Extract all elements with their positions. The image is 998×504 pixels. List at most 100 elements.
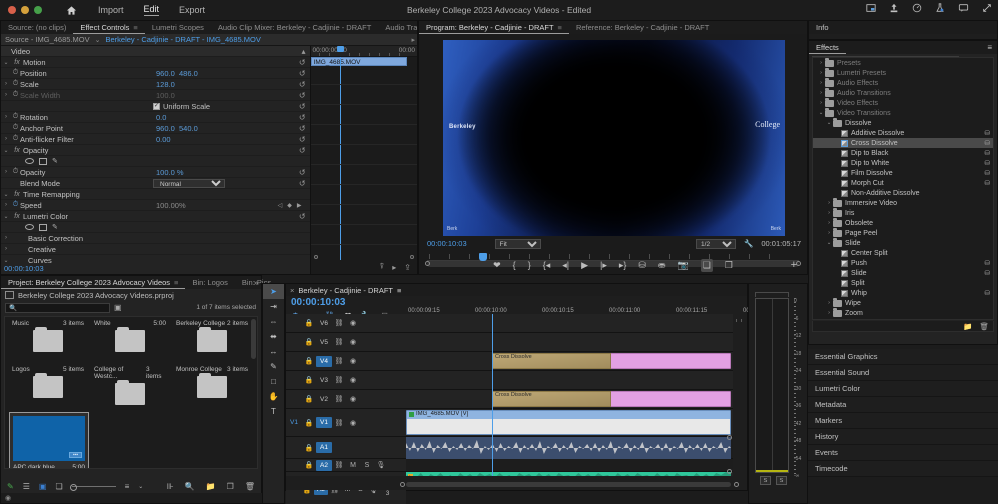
transition-cross-dissolve-v4[interactable]: Cross Dissolve bbox=[492, 353, 611, 369]
sync-lock-icon[interactable]: ⛓ bbox=[332, 461, 346, 469]
panel-tab-markers[interactable]: Markers bbox=[808, 413, 998, 429]
zoom-level-select[interactable]: Fit bbox=[494, 238, 541, 249]
sync-icon[interactable]: ◉ bbox=[5, 494, 11, 502]
maximize-window-button[interactable] bbox=[34, 6, 42, 14]
anchor-y-value[interactable]: 540.0 bbox=[179, 124, 198, 133]
lock-icon[interactable]: 🔒 bbox=[302, 338, 316, 346]
panel-tab-events[interactable]: Events bbox=[808, 445, 998, 461]
twirl-icon[interactable]: › bbox=[1, 169, 11, 175]
effects-footer[interactable]: 📁 🗑 bbox=[812, 321, 994, 332]
pen-tool[interactable]: ✎ bbox=[263, 359, 284, 374]
ec-row-position[interactable]: ⏱ Position 960.0 486.0 ↺ bbox=[1, 68, 310, 79]
ec-zoom-left-handle[interactable] bbox=[313, 255, 318, 259]
ec-timecode[interactable]: 00:00:10:03 bbox=[1, 263, 310, 274]
effects-item-dip-to-white[interactable]: Dip to White ⛁ bbox=[813, 158, 993, 168]
chevron-down-icon[interactable]: ⌄ bbox=[95, 36, 101, 44]
clip-img-4685-video[interactable]: IMG_4685.MOV [V] bbox=[406, 410, 731, 435]
tab-bin-logos[interactable]: Bin: Logos bbox=[185, 276, 234, 289]
track-select-forward-tool[interactable]: ⇥ bbox=[263, 299, 284, 314]
stopwatch-icon[interactable]: ⏱ bbox=[11, 201, 20, 209]
track-name[interactable]: V6 bbox=[316, 318, 332, 329]
ec-expand-arrow-icon[interactable]: ▸ bbox=[411, 36, 415, 44]
twirl-icon[interactable]: › bbox=[1, 136, 11, 142]
twirl-icon[interactable]: › bbox=[1, 235, 11, 241]
reset-icon[interactable]: ↺ bbox=[299, 80, 306, 89]
add-keyframe-icon[interactable]: ◆ bbox=[287, 202, 292, 209]
twirl-icon[interactable]: › bbox=[1, 81, 11, 87]
reset-icon[interactable]: ↺ bbox=[299, 168, 306, 177]
lane-v4[interactable]: Berkeley College, '23 Cross Dissolve bbox=[406, 352, 733, 371]
rectangle-mask-icon[interactable] bbox=[39, 223, 47, 231]
effects-item-presets[interactable]: › Presets bbox=[813, 58, 993, 68]
tab-project[interactable]: Project: Berkeley College 2023 Advocacy … bbox=[1, 276, 186, 289]
freeform-view-icon[interactable]: ❏ bbox=[55, 482, 62, 491]
twirl-icon[interactable]: ⌄ bbox=[1, 59, 11, 66]
panel-menu-icon[interactable]: ≡ bbox=[397, 286, 401, 295]
ellipse-mask-icon[interactable] bbox=[25, 224, 34, 230]
twirl-icon[interactable]: › bbox=[817, 90, 825, 96]
clip-thumbnail[interactable]: ▪▪▪ bbox=[13, 416, 85, 461]
effects-item-zoom[interactable]: › Zoom bbox=[813, 307, 993, 318]
ec-row-rotation[interactable]: › ⏱ Rotation 0.0 ↺ bbox=[1, 112, 310, 123]
project-bin-area[interactable]: Music 3 items White 5:00 Berkeley College 2 i… bbox=[4, 316, 258, 469]
effects-item-slide[interactable]: ⌄ Slide bbox=[813, 237, 993, 248]
lock-icon[interactable]: 🔒 bbox=[302, 461, 316, 469]
twirl-icon[interactable]: › bbox=[1, 202, 11, 208]
transition-cross-dissolve-v2[interactable]: Cross Dissolve bbox=[492, 391, 611, 407]
project-search-row[interactable]: 🔍 ▣ 1 of 7 items selected bbox=[1, 301, 261, 314]
ec-row-uniform-scale[interactable]: ✓ Uniform Scale ↺ bbox=[1, 101, 310, 112]
panel-tab-lumetri-color[interactable]: Lumetri Color bbox=[808, 381, 998, 397]
settings-wrench-icon[interactable]: 🔧 bbox=[744, 239, 753, 248]
home-icon[interactable] bbox=[64, 3, 78, 17]
bin-item[interactable]: College of Westc... 3 items bbox=[91, 366, 169, 405]
menu-import[interactable]: Import bbox=[98, 5, 124, 15]
lock-icon[interactable]: 🔒 bbox=[302, 376, 316, 384]
ec-row-opacity-group[interactable]: ⌄ fx Opacity ↺ bbox=[1, 145, 310, 156]
effects-item-split[interactable]: Split bbox=[813, 278, 993, 288]
effects-item-push[interactable]: Push ⛁ bbox=[813, 258, 993, 268]
effects-item-cross-dissolve[interactable]: Cross Dissolve ⛁ bbox=[813, 138, 993, 148]
effects-item-audio-transitions[interactable]: › Audio Transitions bbox=[813, 87, 993, 98]
reset-icon[interactable]: ↺ bbox=[299, 69, 306, 78]
new-bin-icon[interactable]: 📁 bbox=[206, 482, 216, 491]
tab-reference-monitor[interactable]: Reference: Berkeley - Cadjinie - DRAFT bbox=[569, 21, 716, 34]
twirl-icon[interactable]: ⌄ bbox=[1, 191, 11, 198]
ec-row-scale-width[interactable]: › ⏱ Scale Width 100.0 ↺ bbox=[1, 90, 310, 101]
project-footer-toolbar[interactable]: ✎ ☰ ▣ ❏ ≡ ⌄ ⊪ 🔍 📁 ❐ 🗑 bbox=[1, 479, 261, 493]
effects-item-video-effects[interactable]: › Video Effects bbox=[813, 97, 993, 108]
panel-tab-history[interactable]: History bbox=[808, 429, 998, 445]
stopwatch-icon[interactable]: ⏱ bbox=[11, 80, 20, 88]
tab-source[interactable]: Source: (no clips) bbox=[1, 21, 73, 34]
lane-a2[interactable] bbox=[406, 459, 733, 472]
uniform-scale-checkbox[interactable]: ✓ bbox=[153, 102, 160, 110]
anti-flicker-value[interactable]: 0.00 bbox=[156, 135, 171, 144]
effects-item-wipe[interactable]: › Wipe bbox=[813, 297, 993, 308]
ec-row-blend-mode[interactable]: Blend Mode Normal ↺ bbox=[1, 178, 310, 189]
stopwatch-icon[interactable]: ⏱ bbox=[11, 69, 20, 77]
tab-lumetri-scopes[interactable]: Lumetri Scopes bbox=[145, 21, 211, 34]
ec-playhead[interactable] bbox=[336, 46, 344, 52]
lane-v1[interactable]: IMG_4685.MOV [V] bbox=[406, 409, 733, 437]
reset-icon[interactable]: ↺ bbox=[299, 135, 306, 144]
panel-tab-essential-sound[interactable]: Essential Sound bbox=[808, 365, 998, 381]
twirl-icon[interactable]: › bbox=[825, 230, 833, 236]
effects-item-page-peel[interactable]: › Page Peel bbox=[813, 227, 993, 238]
twirl-icon[interactable]: ⌄ bbox=[1, 147, 11, 154]
lane-v6[interactable] bbox=[406, 314, 733, 333]
rate-stretch-tool[interactable]: ⬌ bbox=[263, 329, 284, 344]
track-resize-handle-a3[interactable] bbox=[727, 469, 732, 474]
effects-item-immersive-video[interactable]: › Immersive Video bbox=[813, 197, 993, 208]
progress-icon[interactable] bbox=[912, 3, 922, 15]
tab-program-monitor[interactable]: Program: Berkeley - Cadjinie - DRAFT ≡ bbox=[419, 21, 569, 34]
ec-row-lumetri-color[interactable]: ⌄ fx Lumetri Color ↺ bbox=[1, 211, 310, 222]
meter-track[interactable] bbox=[755, 298, 789, 473]
reset-icon[interactable]: ↺ bbox=[299, 113, 306, 122]
rectangle-tool[interactable]: □ bbox=[263, 374, 284, 389]
project-search-input[interactable] bbox=[5, 302, 110, 313]
project-clip-item[interactable]: ▪▪▪ APC dark blue 5:00 bbox=[9, 412, 89, 468]
timeline-horizontal-scrollbar[interactable] bbox=[406, 482, 731, 487]
multi-camera-icon[interactable]: ❐ bbox=[725, 260, 733, 271]
solo-icon[interactable]: S bbox=[360, 462, 374, 469]
pen-icon[interactable]: ✎ bbox=[7, 482, 14, 491]
comment-icon[interactable] bbox=[958, 3, 969, 15]
